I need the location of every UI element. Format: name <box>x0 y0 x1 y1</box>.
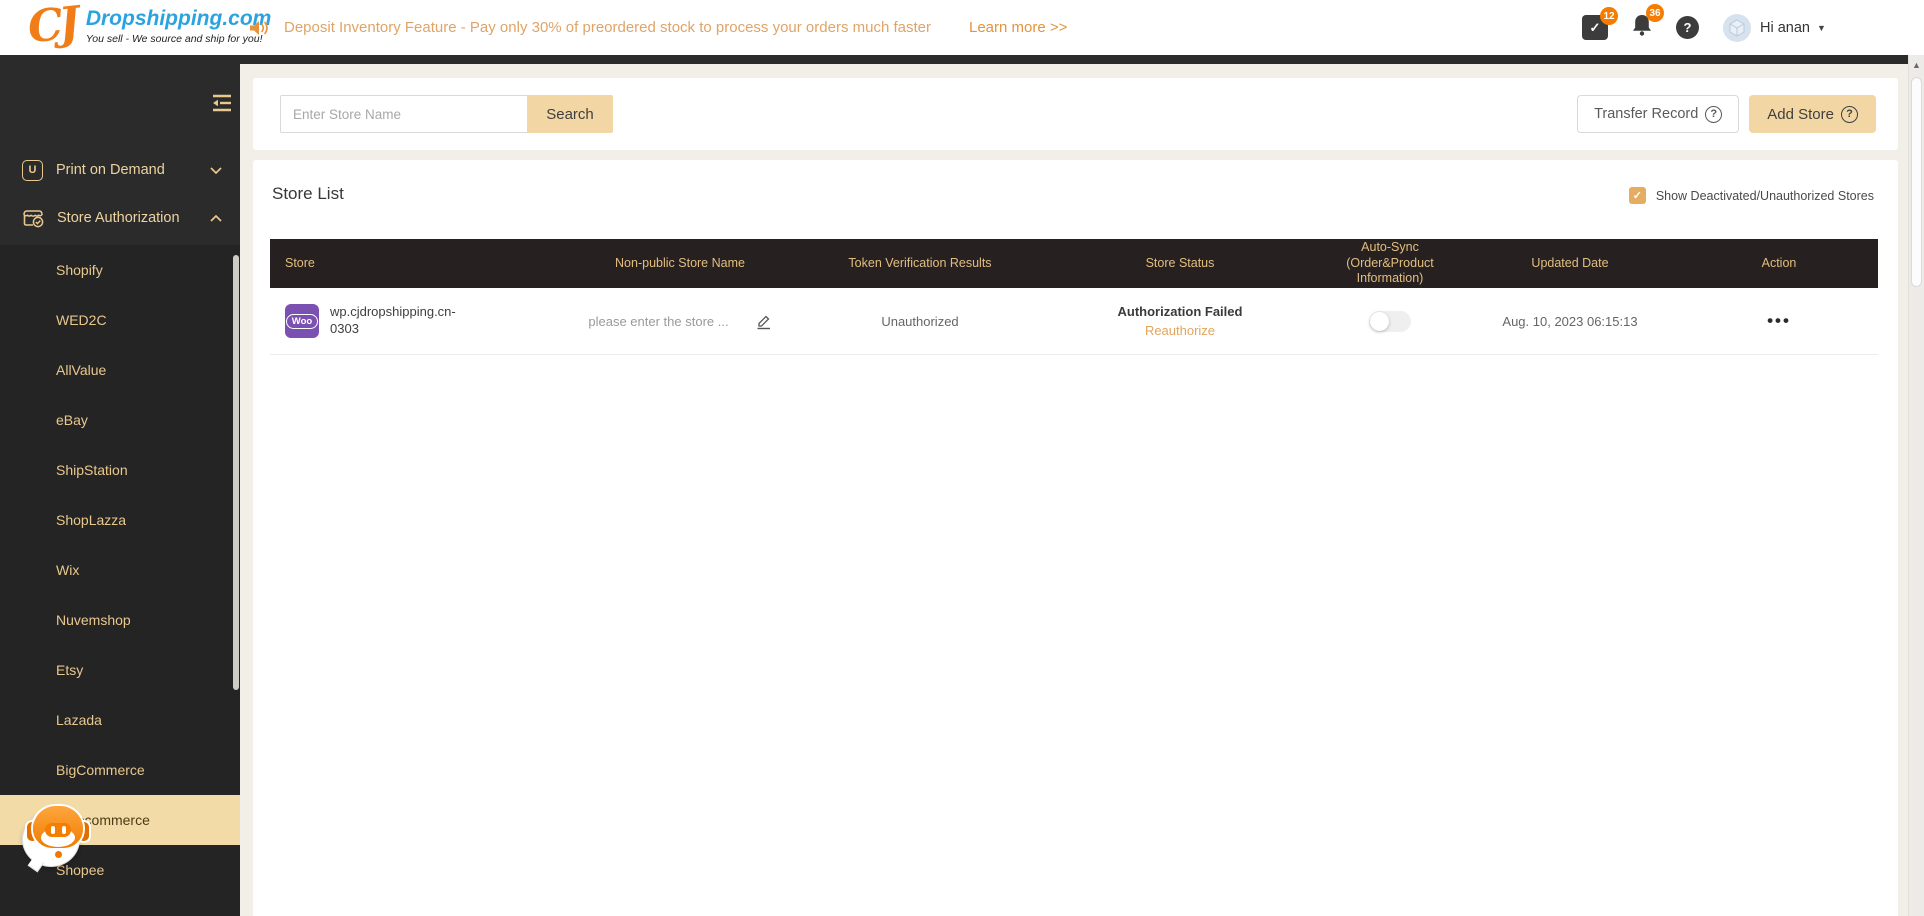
row-actions-menu-button[interactable]: ••• <box>1767 311 1791 331</box>
sidebar-item-store-authorization[interactable]: Store Authorization <box>0 192 240 244</box>
column-header: Store Status <box>1040 256 1320 272</box>
sidebar-platform-item[interactable]: ShopLazza <box>0 495 240 545</box>
page-title: Store List <box>272 184 344 204</box>
brand-name: Dropshipping.com <box>86 8 272 30</box>
store-status: Authorization Failed <box>1118 304 1243 319</box>
toggle-knob <box>1370 312 1389 331</box>
toolbar-panel: Search Transfer Record ? Add Store ? <box>253 78 1898 150</box>
help-question-icon: ? <box>1705 106 1722 123</box>
sidebar-platform-label: eBay <box>56 412 88 428</box>
chevron-up-icon <box>210 215 222 222</box>
show-deactivated-checkbox[interactable]: ✓ <box>1629 187 1646 204</box>
mascot-eye <box>51 826 55 834</box>
reauthorize-link[interactable]: Reauthorize <box>1145 323 1215 338</box>
sidebar-platform-label: Wix <box>56 562 79 578</box>
show-deactivated-label: Show Deactivated/Unauthorized Stores <box>1656 189 1874 203</box>
scrollbar-up-arrow-icon[interactable]: ▲ <box>1909 60 1924 70</box>
store-name: wp.cjdropshipping.cn-0303 <box>330 304 466 338</box>
help-question-icon: ? <box>1841 106 1858 123</box>
sidebar-platform-item[interactable]: Etsy <box>0 645 240 695</box>
sidebar-item-print-on-demand[interactable]: U Print on Demand <box>0 144 240 196</box>
woocommerce-store-icon: Woo <box>285 304 319 338</box>
sidebar-platform-item[interactable]: Nuvemshop <box>0 595 240 645</box>
sidebar-platform-label: Shopify <box>56 262 103 278</box>
logo-cj-glyph: CJ <box>26 0 79 52</box>
sidebar-platform-label: WED2C <box>56 312 107 328</box>
table-row: Woo wp.cjdropshipping.cn-0303 please ent… <box>270 288 1878 355</box>
notifications-badge: 36 <box>1646 4 1664 22</box>
nonpublic-store-name: please enter the store ... <box>588 314 728 329</box>
transfer-record-label: Transfer Record <box>1594 106 1698 122</box>
column-header: Non-public Store Name <box>560 256 800 272</box>
sidebar-platform-label: Nuvemshop <box>56 612 131 628</box>
sidebar-platform-item[interactable]: Shopify <box>0 245 240 295</box>
support-chat-mascot[interactable] <box>22 800 94 874</box>
updated-date: Aug. 10, 2023 06:15:13 <box>1502 314 1637 329</box>
help-button[interactable]: ? <box>1676 16 1699 39</box>
scrollbar-thumb[interactable] <box>1911 77 1922 287</box>
store-list-panel: Store List ✓ Show Deactivated/Unauthoriz… <box>253 160 1898 916</box>
top-header: CJ Dropshipping.com You sell - We source… <box>0 0 1924 55</box>
sidebar-platform-item[interactable]: WED2C <box>0 295 240 345</box>
store-name-search-input[interactable] <box>280 95 527 133</box>
mascot-eye <box>62 826 66 834</box>
main-content: Search Transfer Record ? Add Store ? Sto… <box>240 64 1908 916</box>
notifications-button[interactable]: 36 <box>1630 12 1654 43</box>
header-divider-strip <box>0 55 1908 64</box>
mascot-chin-dot <box>55 851 62 858</box>
cube-icon <box>1729 19 1745 37</box>
learn-more-link[interactable]: Learn more >> <box>969 19 1067 36</box>
sidebar: U Print on Demand Store Authorization Sh… <box>0 64 240 916</box>
table-header-row: Store Non-public Store Name Token Verifi… <box>270 239 1878 288</box>
column-header: Action <box>1680 256 1878 272</box>
messages-button[interactable]: ✓ 12 <box>1582 15 1608 40</box>
pencil-icon <box>755 313 772 330</box>
user-menu-caret-icon[interactable]: ▼ <box>1817 23 1826 33</box>
search-button[interactable]: Search <box>527 95 613 133</box>
sidebar-platform-label: BigCommerce <box>56 762 145 778</box>
column-header: Store <box>270 256 560 272</box>
transfer-record-button[interactable]: Transfer Record ? <box>1577 95 1739 133</box>
sidebar-platform-item[interactable]: BigCommerce <box>0 745 240 795</box>
store-table: Store Non-public Store Name Token Verifi… <box>270 239 1878 355</box>
sidebar-collapse-icon[interactable] <box>211 94 233 112</box>
sidebar-platform-label: ShipStation <box>56 462 128 478</box>
print-on-demand-icon: U <box>22 160 43 181</box>
brand-tagline: You sell - We source and ship for you! <box>86 33 272 45</box>
app-logo[interactable]: CJ Dropshipping.com You sell - We source… <box>28 2 271 50</box>
column-header: Token Verification Results <box>800 256 1040 272</box>
sidebar-platform-label: AllValue <box>56 362 106 378</box>
announcement-banner: Deposit Inventory Feature - Pay only 30%… <box>248 0 1067 55</box>
sidebar-scrollbar[interactable] <box>233 255 239 690</box>
add-store-button[interactable]: Add Store ? <box>1749 95 1876 133</box>
sidebar-platform-item[interactable]: Lazada <box>0 695 240 745</box>
sidebar-platform-item[interactable]: AllValue <box>0 345 240 395</box>
token-verification-result: Unauthorized <box>881 314 958 329</box>
page-scrollbar[interactable]: ▲ <box>1908 55 1924 916</box>
store-authorization-icon <box>22 208 44 228</box>
sidebar-platform-item[interactable]: Wix <box>0 545 240 595</box>
sidebar-platform-label: Etsy <box>56 662 83 678</box>
mascot-eyes <box>45 823 71 837</box>
avatar[interactable] <box>1723 14 1751 42</box>
column-header: Auto-Sync (Order&Product Information) <box>1320 240 1460 287</box>
sidebar-platform-item[interactable]: eBay <box>0 395 240 445</box>
user-greeting[interactable]: Hi anan <box>1760 20 1810 36</box>
sidebar-platform-label: Lazada <box>56 712 102 728</box>
sidebar-platform-label: ShopLazza <box>56 512 126 528</box>
speaker-icon <box>248 18 270 38</box>
messages-badge: 12 <box>1600 7 1618 25</box>
add-store-label: Add Store <box>1767 106 1834 123</box>
chevron-down-icon <box>210 167 222 174</box>
banner-message: Deposit Inventory Feature - Pay only 30%… <box>284 19 931 36</box>
auto-sync-toggle[interactable] <box>1369 311 1411 332</box>
column-header: Updated Date <box>1460 256 1680 272</box>
edit-store-name-button[interactable] <box>755 313 772 330</box>
sidebar-platform-item[interactable]: ShipStation <box>0 445 240 495</box>
